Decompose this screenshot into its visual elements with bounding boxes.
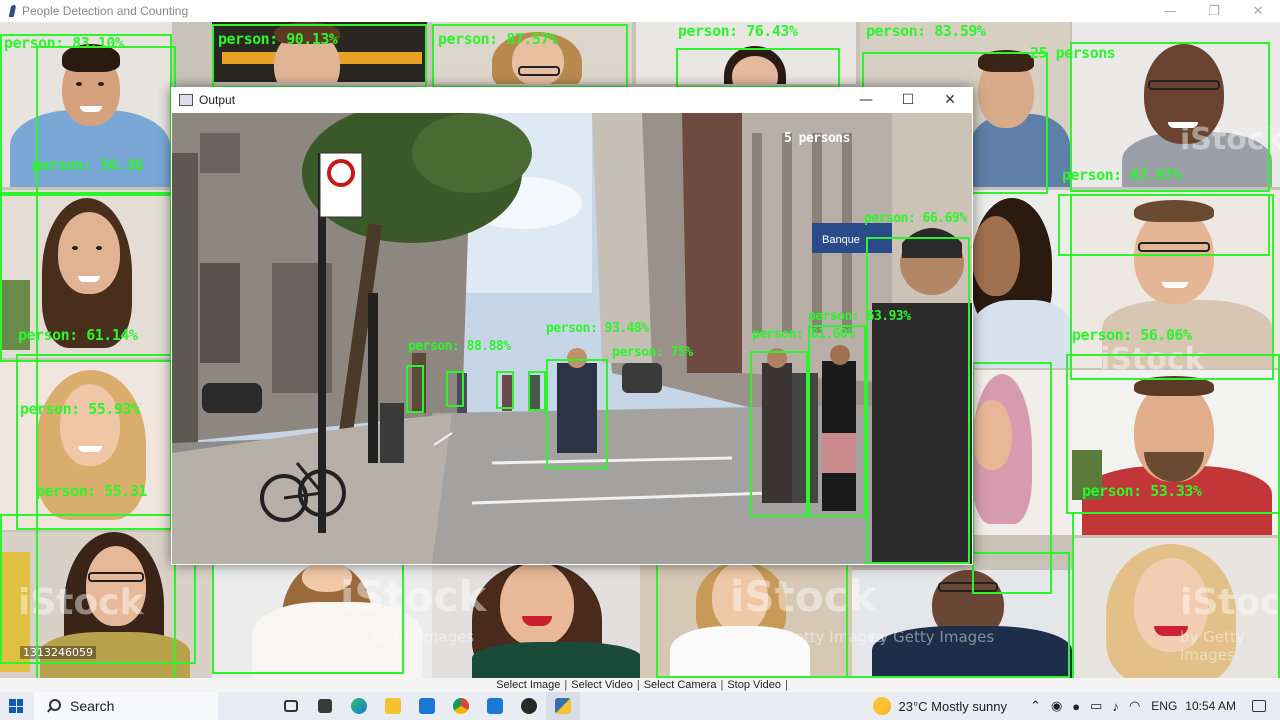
getty-watermark: by Getty Images [760, 628, 885, 646]
stop-video-button[interactable]: Stop Video [723, 679, 785, 691]
battery-icon[interactable]: ▭ [1090, 698, 1102, 714]
detection-label: person: 67.97% [1062, 166, 1182, 184]
chevron-up-icon[interactable]: ⌃ [1030, 698, 1041, 714]
feather-icon [6, 4, 18, 18]
task-view-icon[interactable] [274, 692, 308, 720]
file-explorer-icon[interactable] [376, 692, 410, 720]
widgets-icon[interactable] [308, 692, 342, 720]
detection-label: person: 66.69% [864, 211, 967, 226]
windows-icon [9, 699, 23, 713]
istock-watermark: iStock [1180, 582, 1280, 623]
start-button[interactable] [0, 692, 32, 720]
wifi-icon[interactable]: ◠ [1129, 698, 1140, 714]
system-tray: 23°C Mostly sunny ⌃ ◉ ● ▭ ♪ ◠ ENG 10:54 … [872, 697, 1280, 715]
weather-text[interactable]: 23°C Mostly sunny [899, 699, 1008, 714]
language-indicator[interactable]: ENG [1151, 699, 1177, 713]
clock[interactable]: 10:54 AM [1185, 699, 1236, 713]
istock-watermark: iStock [1100, 342, 1205, 377]
video-frame: Banque person: 63.93% person: 93.48% per… [172, 113, 972, 564]
detection-label: person: 55.31 [36, 482, 147, 500]
notification-icon[interactable] [1252, 700, 1266, 712]
detection-label: person: 75% [612, 345, 693, 360]
select-camera-button[interactable]: Select Camera [640, 679, 721, 691]
detection-label: person: 76.43% [678, 22, 798, 40]
camera-icon[interactable]: ◉ [1051, 698, 1062, 714]
getty-watermark: by Getty Images [870, 628, 995, 646]
detection-label: person: 90.13% [218, 30, 338, 48]
face-tile [852, 570, 1072, 678]
detection-label: person: 93.48% [546, 321, 649, 336]
select-image-button[interactable]: Select Image [492, 679, 564, 691]
face-tile [972, 370, 1072, 535]
detection-label: person: 83.10% [4, 34, 124, 52]
detection-label: person: 63.93% [808, 309, 911, 324]
taskbar-search[interactable]: Search [34, 692, 218, 720]
main-titlebar: People Detection and Counting — ❐ ✕ [0, 0, 1280, 22]
detection-label: person: 56.36 [32, 156, 143, 174]
getty-watermark: by Getty Images [350, 628, 475, 646]
select-video-button[interactable]: Select Video [567, 679, 637, 691]
getty-watermark: by Getty Images [1180, 628, 1245, 664]
istock-watermark: iStock [730, 572, 877, 621]
vscode-icon[interactable] [478, 692, 512, 720]
search-icon [46, 699, 61, 713]
chrome-icon[interactable] [444, 692, 478, 720]
taskbar: Search 23°C Mostly sunny ⌃ ◉ ● ▭ ♪ ◠ ENG… [0, 692, 1280, 720]
image-id: 1313246059 [20, 646, 96, 659]
close-button[interactable]: ✕ [1236, 0, 1280, 22]
detection-label: person: 56.06% [1072, 326, 1192, 344]
output-maximize-button[interactable]: ☐ [887, 87, 929, 113]
obs-icon[interactable] [512, 692, 546, 720]
weather-icon [872, 697, 891, 715]
output-title: Output [199, 93, 236, 107]
detection-label: person: 55.93% [20, 400, 140, 418]
window-icon [179, 94, 193, 106]
detection-label: person: 88.88% [408, 339, 511, 354]
edge-icon[interactable] [342, 692, 376, 720]
microphone-icon[interactable]: ● [1072, 699, 1080, 714]
mail-icon[interactable] [410, 692, 444, 720]
separator: | [784, 679, 788, 691]
output-close-button[interactable]: ✕ [929, 87, 971, 113]
detection-label: person: 81.60% [752, 327, 855, 342]
face-tile [0, 360, 172, 530]
search-label: Search [70, 698, 115, 714]
face-tile [972, 190, 1072, 368]
count-label: 5 persons [784, 131, 850, 146]
detection-label: person: 83.59% [866, 22, 986, 40]
volume-icon[interactable]: ♪ [1112, 699, 1119, 714]
window-title: People Detection and Counting [22, 4, 189, 18]
minimize-button[interactable]: — [1148, 0, 1192, 22]
output-window: Output — ☐ ✕ Banque person: 63.93% perso… [171, 87, 973, 565]
output-minimize-button[interactable]: — [845, 87, 887, 113]
istock-watermark: iStock [18, 582, 144, 623]
button-strip: Select Image | Select Video | Select Cam… [0, 678, 1280, 692]
detection-label: person: 87.57% [438, 30, 558, 48]
detection-label: person: 53.33% [1082, 482, 1202, 500]
bank-sign: Banque [822, 234, 860, 246]
face-tile [1072, 370, 1280, 535]
istock-watermark: iStock [1180, 122, 1280, 157]
count-label: 25 persons [1030, 44, 1116, 62]
detection-label: person: 61.14% [18, 326, 138, 344]
output-titlebar[interactable]: Output — ☐ ✕ [171, 87, 973, 113]
maximize-button[interactable]: ❐ [1192, 0, 1236, 22]
istock-watermark: iStock [340, 572, 487, 621]
python-app-icon[interactable] [546, 692, 580, 720]
